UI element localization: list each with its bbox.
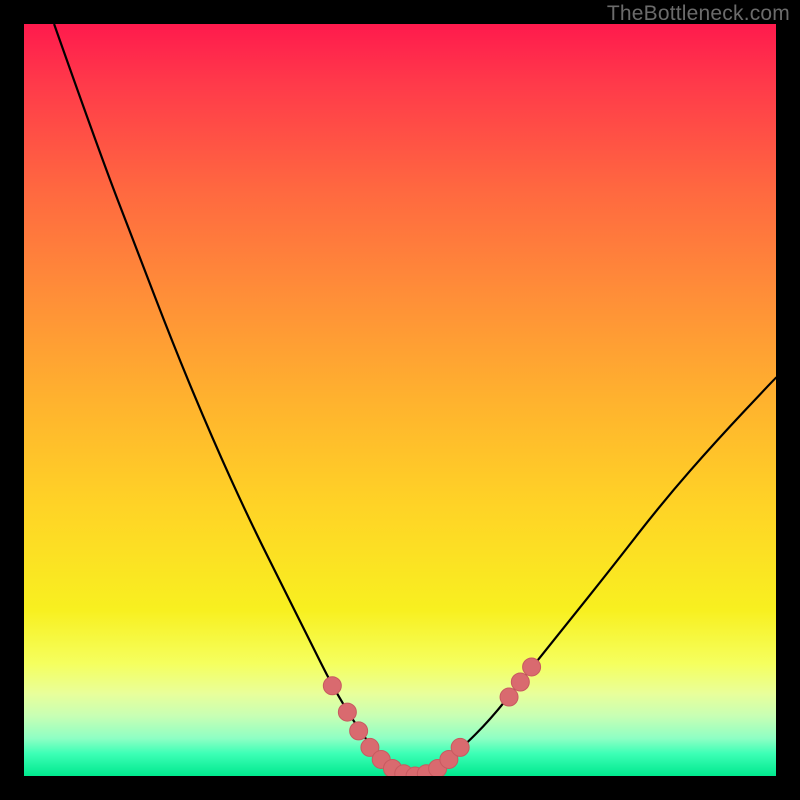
data-marker: [511, 673, 529, 691]
data-marker: [523, 658, 541, 676]
data-marker: [323, 677, 341, 695]
data-marker: [451, 738, 469, 756]
curve-layer: [54, 24, 776, 774]
chart-svg: [24, 24, 776, 776]
bottleneck-curve: [54, 24, 776, 774]
data-marker: [500, 688, 518, 706]
chart-frame: [24, 24, 776, 776]
plot-area: [24, 24, 776, 776]
markers-layer: [323, 658, 540, 776]
data-marker: [338, 703, 356, 721]
watermark-text: TheBottleneck.com: [607, 2, 790, 26]
data-marker: [350, 722, 368, 740]
